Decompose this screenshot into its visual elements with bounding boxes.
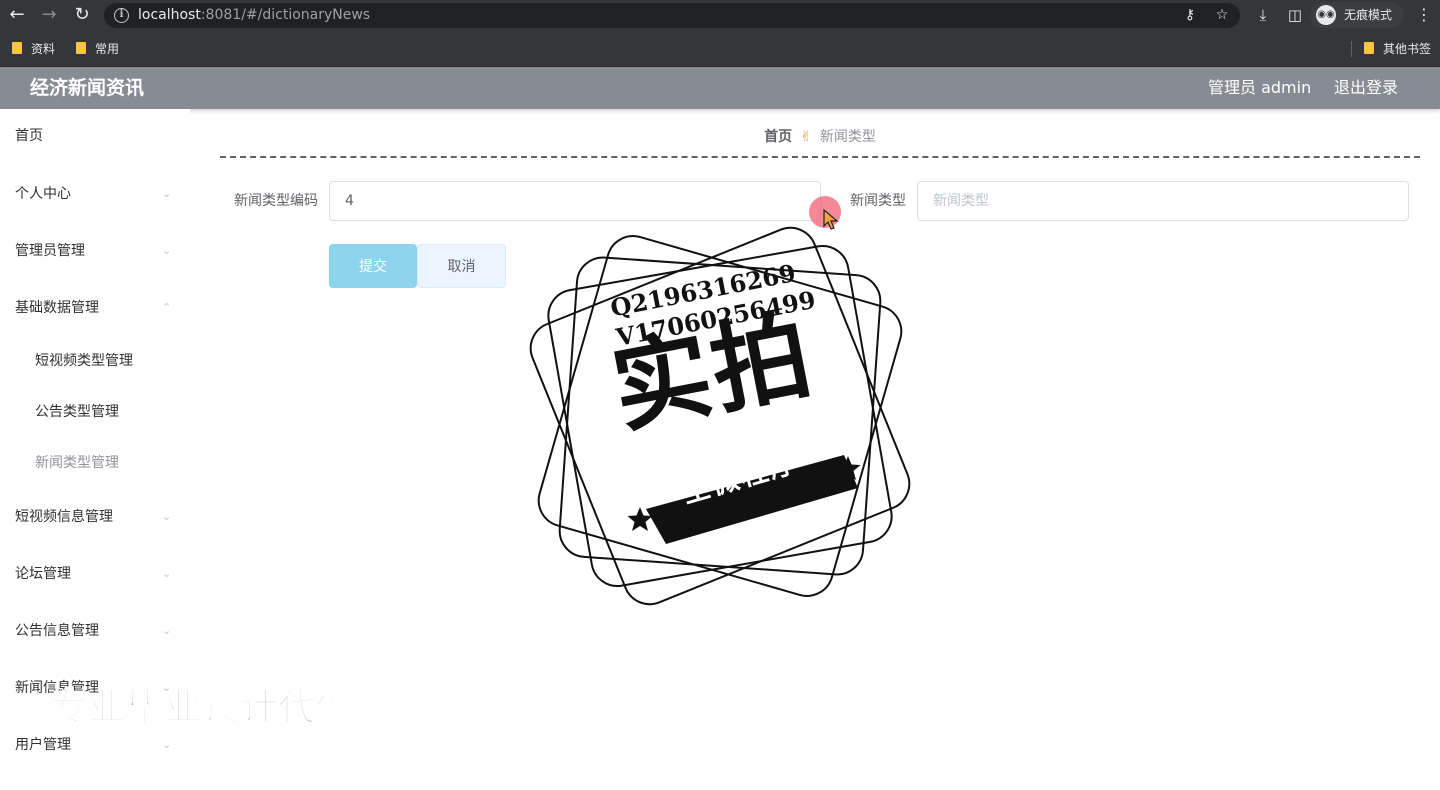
footer-watermark-text: 专业毕业设计代做 (49, 684, 355, 730)
incognito-profile[interactable]: ◉◉ 无痕模式 (1310, 2, 1404, 28)
logout-link[interactable]: 退出登录 (1334, 67, 1398, 109)
breadcrumb-divider (220, 156, 1420, 158)
site-info-icon[interactable]: i (114, 8, 129, 23)
incognito-icon: ◉◉ (1316, 5, 1336, 25)
sidebar-item-home[interactable]: 首页 (0, 116, 190, 156)
folder-icon (12, 42, 22, 54)
browser-menu-icon[interactable]: ⋮ (1414, 4, 1434, 26)
sidebar-item-basic-data[interactable]: 基础数据管理 ⌃ (0, 288, 190, 328)
news-type-label: 新闻类型 (850, 193, 906, 209)
side-panel-icon[interactable]: ◫ (1284, 4, 1306, 26)
sidebar-item-forum[interactable]: 论坛管理 ⌄ (0, 554, 190, 594)
browser-toolbar: ← → ↻ i localhost:8081/#/dictionaryNews … (0, 0, 1440, 31)
breadcrumb-home[interactable]: 首页 (764, 129, 792, 145)
breadcrumb: 首页 ✌ 新闻类型 (220, 120, 1420, 154)
bookmarks-bar: 资料 常用 其他书签 (0, 31, 1440, 67)
breadcrumb-current: 新闻类型 (819, 129, 876, 145)
bookmark-folder-2[interactable]: 常用 (76, 40, 119, 58)
star-icon[interactable]: ☆ (1212, 6, 1232, 25)
sidebar-item-personal-center[interactable]: 个人中心 ⌄ (0, 174, 190, 214)
download-icon[interactable]: ⤓ (1252, 4, 1274, 26)
hand-icon: ✌ (800, 129, 812, 145)
other-bookmarks[interactable]: 其他书签 (1364, 40, 1431, 58)
incognito-label: 无痕模式 (1344, 8, 1393, 22)
news-type-input[interactable] (917, 181, 1409, 221)
chevron-down-icon: ⌄ (162, 510, 172, 523)
news-type-code-input[interactable] (329, 181, 821, 221)
key-icon[interactable]: ⚷ (1180, 6, 1200, 25)
chevron-down-icon: ⌄ (162, 244, 172, 257)
back-arrow-icon[interactable]: ← (4, 3, 30, 27)
mouse-cursor-icon (823, 209, 839, 230)
bookmark-separator (1351, 41, 1352, 57)
address-url: localhost:8081/#/dictionaryNews (138, 7, 371, 23)
watermark-stamp: Q2196316269 V17060256499 实拍 全微程序 (528, 226, 912, 606)
bookmark-folder-1[interactable]: 资料 (12, 40, 55, 58)
news-type-code-label: 新闻类型编码 (234, 193, 318, 209)
sidebar-item-video-type[interactable]: 短视频类型管理 (0, 341, 190, 381)
chevron-up-icon: ⌃ (162, 301, 172, 314)
app-title: 经济新闻资讯 (30, 77, 145, 99)
sidebar-item-admin-management[interactable]: 管理员管理 ⌄ (0, 231, 190, 271)
submit-button[interactable]: 提交 (329, 244, 417, 288)
chevron-down-icon: ⌄ (162, 624, 172, 637)
sidebar-item-news-type[interactable]: 新闻类型管理 (0, 443, 190, 483)
sidebar-item-notice-type[interactable]: 公告类型管理 (0, 392, 190, 432)
forward-arrow-icon[interactable]: → (36, 3, 62, 27)
reload-icon[interactable]: ↻ (69, 3, 95, 27)
folder-icon (1364, 42, 1374, 54)
sidebar-item-notice-info[interactable]: 公告信息管理 ⌄ (0, 611, 190, 651)
chevron-down-icon: ⌄ (162, 567, 172, 580)
chevron-down-icon: ⌄ (162, 187, 172, 200)
admin-user-label: 管理员 admin (1208, 78, 1312, 97)
folder-icon (76, 42, 86, 54)
sidebar-item-video-info[interactable]: 短视频信息管理 ⌄ (0, 497, 190, 537)
app-header: 经济新闻资讯 管理员 admin 退出登录 (0, 67, 1440, 109)
address-bar[interactable]: i localhost:8081/#/dictionaryNews ⚷ ☆ (104, 3, 1240, 28)
cancel-button[interactable]: 取消 (417, 244, 506, 288)
